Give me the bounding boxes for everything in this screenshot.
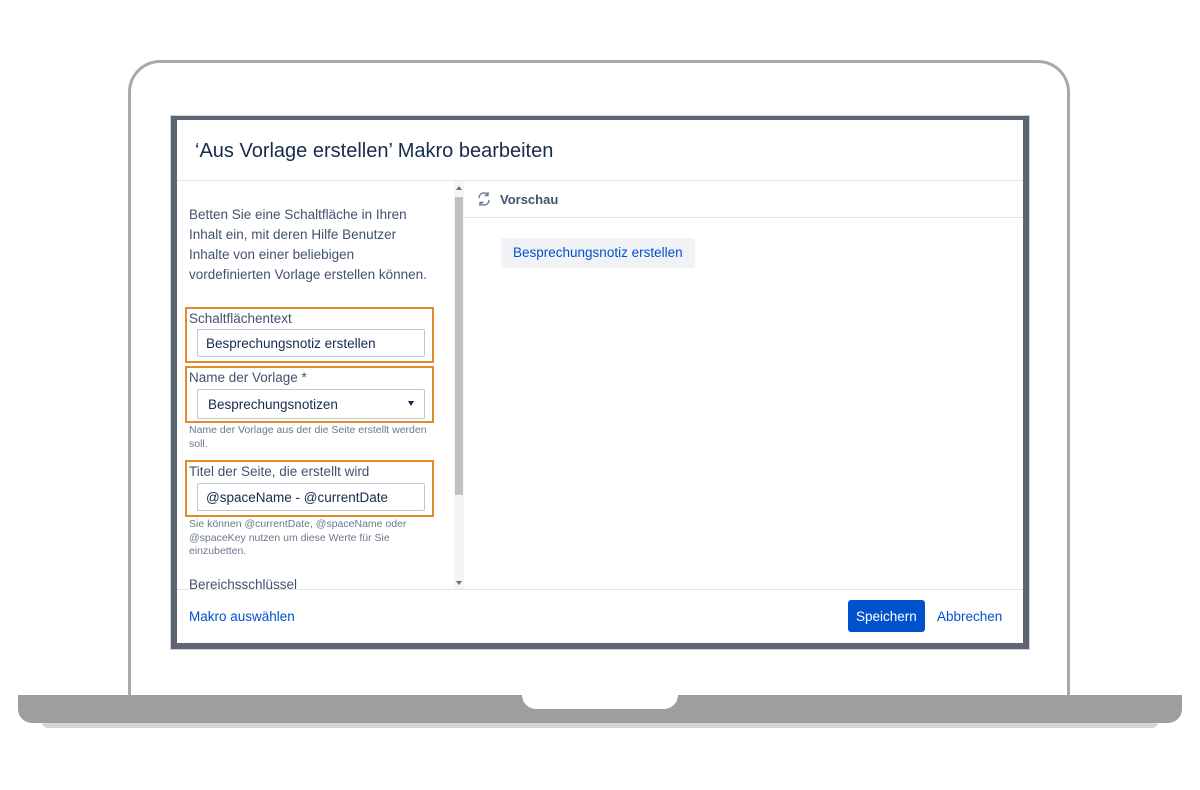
button-text-label: Schaltflächentext (189, 311, 292, 326)
scroll-thumb[interactable] (455, 197, 463, 495)
scroll-down-arrow-icon[interactable] (456, 581, 462, 585)
select-macro-link[interactable]: Makro auswählen (189, 609, 295, 624)
dialog-title: ‘Aus Vorlage erstellen’ Makro bearbeiten (195, 140, 554, 162)
scroll-up-arrow-icon[interactable] (456, 186, 462, 190)
form-panel: Betten Sie eine Schaltfläche in Ihren In… (177, 181, 454, 589)
page-title-input[interactable] (197, 483, 425, 511)
template-name-label: Name der Vorlage * (189, 370, 307, 385)
preview-create-button[interactable]: Besprechungsnotiz erstellen (501, 238, 695, 268)
macro-edit-dialog: ‘Aus Vorlage erstellen’ Makro bearbeiten… (170, 115, 1030, 650)
button-text-input[interactable] (197, 329, 425, 357)
space-key-label: Bereichsschlüssel (189, 577, 298, 589)
page-title-help: Sie können @currentDate, @spaceName oder… (189, 518, 407, 557)
preview-header: Vorschau (464, 181, 1023, 218)
form-scrollbar[interactable] (454, 181, 464, 589)
preview-label: Vorschau (500, 192, 559, 207)
template-name-value: Besprechungsnotizen (208, 397, 338, 412)
chevron-down-icon (408, 401, 414, 406)
template-name-help: Name der Vorlage aus der die Seite erste… (189, 424, 427, 450)
dialog-body: ‘Aus Vorlage erstellen’ Makro bearbeiten… (177, 120, 1023, 639)
macro-description: Betten Sie eine Schaltfläche in Ihren In… (189, 207, 427, 282)
laptop-notch (522, 695, 678, 709)
save-button[interactable]: Speichern (848, 600, 925, 632)
template-name-select[interactable]: Besprechungsnotizen (197, 389, 425, 419)
refresh-icon[interactable] (476, 191, 492, 207)
preview-panel: Vorschau Besprechungsnotiz erstellen (464, 181, 1023, 589)
footer-divider (177, 589, 1023, 590)
stage: ‘Aus Vorlage erstellen’ Makro bearbeiten… (0, 0, 1200, 790)
cancel-button[interactable]: Abbrechen (933, 600, 1006, 632)
page-title-label: Titel der Seite, die erstellt wird (189, 464, 370, 479)
